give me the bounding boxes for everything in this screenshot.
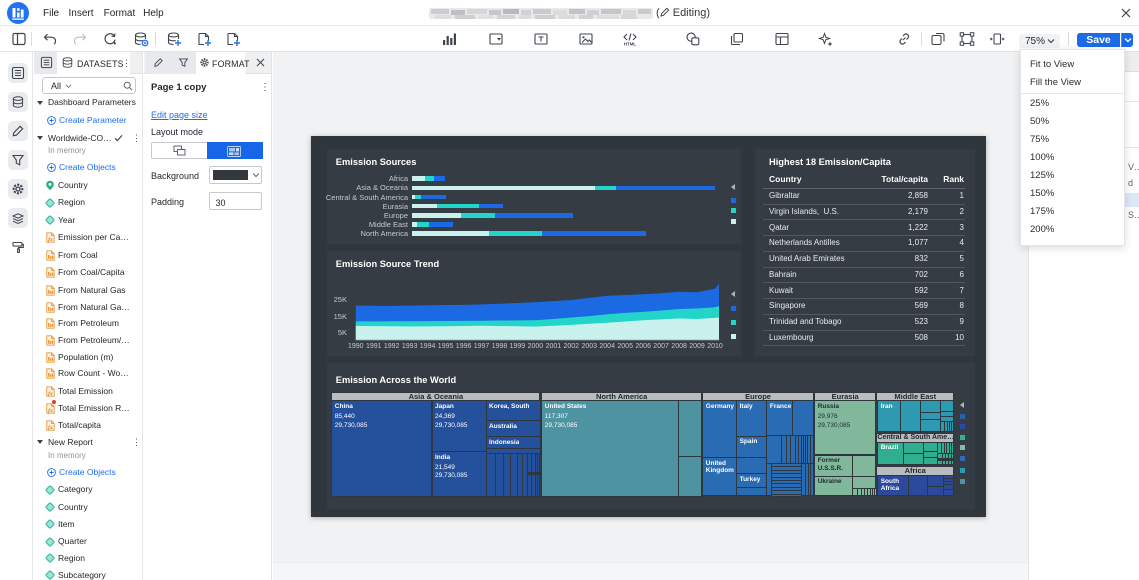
svg-text:fx: fx — [48, 408, 53, 414]
svg-text:fx: fx — [48, 237, 53, 243]
svg-text:fx: fx — [48, 390, 53, 396]
svg-text:fx: fx — [48, 425, 53, 431]
svg-text:HTML: HTML — [624, 42, 637, 47]
